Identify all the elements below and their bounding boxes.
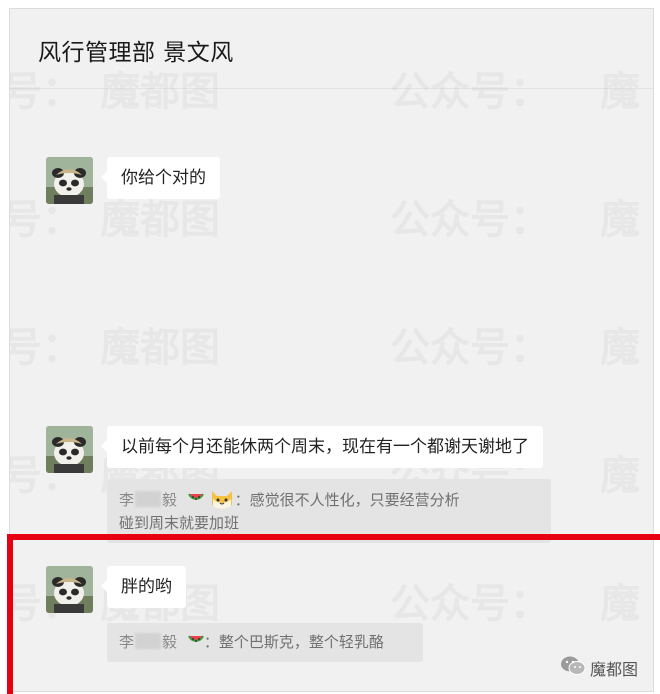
watermark-text: 公众号： <box>390 325 550 371</box>
watermark-text: 号： <box>9 325 82 371</box>
cat-emoji-icon <box>209 487 235 511</box>
watermark-text: 魔 <box>600 197 640 243</box>
watermark-text: 魔都图 <box>100 325 220 371</box>
source-label: 魔都图 <box>560 655 638 681</box>
header-divider <box>10 88 653 89</box>
panda-avatar-icon[interactable] <box>46 426 93 473</box>
message-bubble[interactable]: 你给个对的 <box>101 157 220 199</box>
wechat-logo-icon <box>560 655 586 681</box>
message-bubble[interactable]: 以前每个月还能休两个周末，现在有一个都谢天谢地了 <box>101 426 543 468</box>
quote-text: ：感觉很不人性化，只要经营分析 <box>234 491 460 509</box>
source-name: 魔都图 <box>590 660 639 679</box>
panda-avatar-icon[interactable] <box>46 157 93 204</box>
quote-sender-prefix: 李 <box>119 491 135 509</box>
watermark-text: 公众号： <box>390 197 550 243</box>
watermark-text: 魔 <box>600 325 640 371</box>
quote-sender-suffix: 毅 <box>162 491 178 509</box>
redacted-name <box>135 491 162 507</box>
watermark-text: 魔 <box>600 453 640 499</box>
watermelon-icon <box>187 491 204 507</box>
chat-title: 风行管理部 景文风 <box>38 40 234 66</box>
quote-text-line2: 碰到周末就要加班 <box>119 514 240 532</box>
